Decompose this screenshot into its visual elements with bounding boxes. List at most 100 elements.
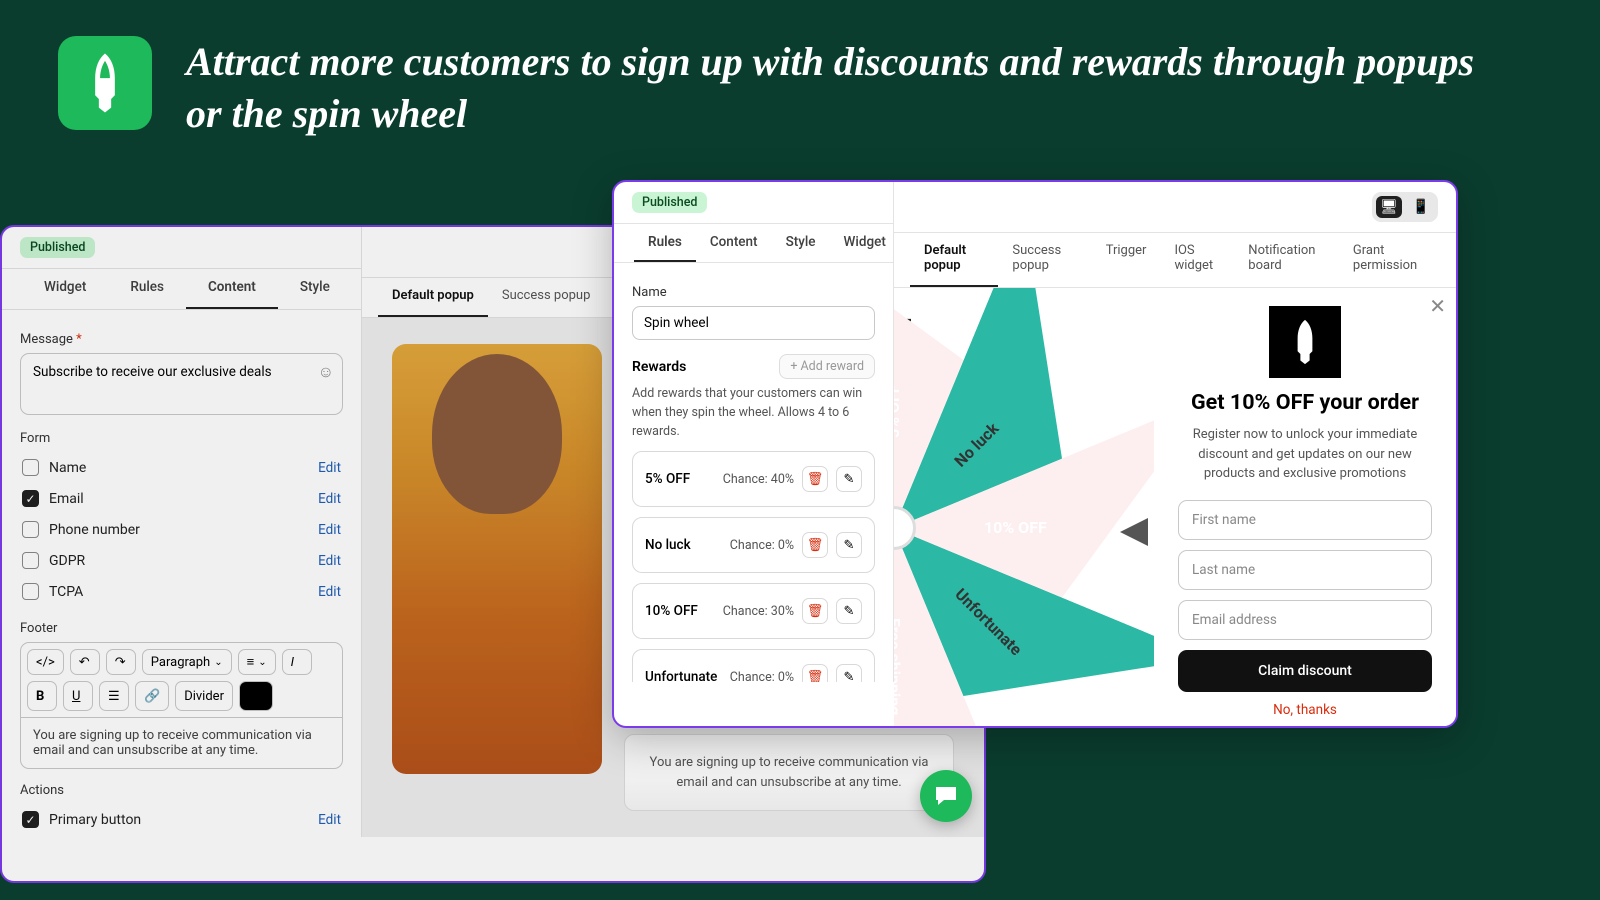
device-toggle[interactable]: 🖥 📱 <box>1372 192 1438 222</box>
product-image <box>392 344 602 774</box>
undo-icon[interactable]: ↶ <box>70 649 100 675</box>
delete-icon[interactable]: 🗑 <box>802 598 828 624</box>
delete-icon[interactable]: 🗑 <box>802 664 828 682</box>
reward-name: Unfortunate <box>645 669 717 682</box>
align-icon[interactable]: ≡ ⌄ <box>238 649 276 675</box>
checkbox-icon[interactable]: ✓ <box>22 490 39 507</box>
tab-content[interactable]: Content <box>186 269 278 309</box>
checkbox-icon[interactable] <box>22 521 39 538</box>
message-label: Message <box>20 332 73 347</box>
edit-link[interactable]: Edit <box>318 553 341 569</box>
footer-section-label: Footer <box>20 621 343 636</box>
bold-icon[interactable]: B <box>27 681 57 711</box>
link-icon[interactable]: 🔗 <box>135 681 169 711</box>
claim-button[interactable]: Claim discount <box>1178 650 1432 692</box>
popup-body: Register now to unlock your immediate di… <box>1190 425 1420 484</box>
edit-icon[interactable]: ✎ <box>836 598 862 624</box>
checkbox-icon[interactable]: ✓ <box>22 811 39 828</box>
wheel-pointer-icon <box>1120 518 1148 546</box>
first-name-input[interactable]: First name <box>1178 500 1432 540</box>
actions-section-label: Actions <box>20 783 343 798</box>
tab-rules[interactable]: Rules <box>108 269 186 309</box>
edit-icon[interactable]: ✎ <box>836 532 862 558</box>
editor-tabs: Widget Rules Content Style <box>2 269 361 310</box>
preview-tab-trigger[interactable]: Trigger <box>1092 233 1161 287</box>
rewards-label: Rewards <box>632 359 686 375</box>
checkbox-icon[interactable] <box>22 459 39 476</box>
preview-tab-grant[interactable]: Grant permission <box>1339 233 1440 287</box>
tab-widget[interactable]: Widget <box>830 224 900 262</box>
add-reward-button[interactable]: + Add reward <box>779 354 875 379</box>
email-input[interactable]: Email address <box>1178 600 1432 640</box>
italic-icon[interactable]: I <box>282 649 312 675</box>
form-field-phone number[interactable]: Phone number <box>22 521 140 538</box>
status-badge: Published <box>20 237 95 258</box>
underline-icon[interactable]: U <box>63 681 93 711</box>
reward-name: No luck <box>645 537 691 553</box>
popup-fine-print: You are signing up to receive communicat… <box>1178 728 1432 729</box>
status-badge: Published <box>632 192 707 213</box>
delete-icon[interactable]: 🗑 <box>802 466 828 492</box>
reward-name: 5% OFF <box>645 471 690 487</box>
edit-link[interactable]: Edit <box>318 584 341 600</box>
code-icon[interactable]: </> <box>27 649 64 675</box>
message-textarea[interactable]: Subscribe to receive our exclusive deals… <box>20 353 343 415</box>
name-input[interactable] <box>632 306 875 340</box>
chat-icon[interactable] <box>920 770 972 822</box>
paragraph-select[interactable]: Paragraph ⌄ <box>142 649 232 675</box>
form-field-tcpa[interactable]: TCPA <box>22 583 83 600</box>
editor-tabs: Rules Content Style Widget <box>614 224 893 263</box>
divider-button[interactable]: Divider <box>175 681 233 711</box>
rewards-description: Add rewards that your customers can win … <box>632 385 875 441</box>
checkbox-icon[interactable] <box>22 583 39 600</box>
reward-row: Unfortunate Chance: 0% 🗑 ✎ <box>632 649 875 682</box>
edit-link[interactable]: Edit <box>318 491 341 507</box>
edit-link[interactable]: Edit <box>318 460 341 476</box>
tab-content[interactable]: Content <box>696 224 772 262</box>
color-swatch[interactable] <box>239 681 273 711</box>
action-primary button[interactable]: ✓Primary button <box>22 811 141 828</box>
last-name-input[interactable]: Last name <box>1178 550 1432 590</box>
preview-disclaimer: You are signing up to receive communicat… <box>624 734 954 811</box>
preview-tab-default[interactable]: Default popup <box>910 233 998 287</box>
edit-icon[interactable]: ✎ <box>836 664 862 682</box>
reward-row: No luck Chance: 0% 🗑 ✎ <box>632 517 875 573</box>
reward-chance: Chance: 30% <box>723 604 794 619</box>
brand-logo <box>1269 306 1341 378</box>
edit-link[interactable]: Edit <box>318 522 341 538</box>
preview-tab-default[interactable]: Default popup <box>378 278 488 317</box>
list-icon[interactable]: ☰ <box>99 681 129 711</box>
reward-row: 5% OFFChance: 40%🗑✎ <box>632 451 875 507</box>
delete-icon[interactable]: 🗑 <box>802 532 828 558</box>
mobile-icon[interactable]: 📱 <box>1408 196 1434 218</box>
preview-tab-ios[interactable]: IOS widget <box>1160 233 1234 287</box>
edit-link[interactable]: Edit <box>318 812 341 828</box>
reward-name: 10% OFF <box>645 603 698 619</box>
footer-text-editor[interactable]: You are signing up to receive communicat… <box>20 718 343 769</box>
checkbox-icon[interactable] <box>22 552 39 569</box>
tab-style[interactable]: Style <box>772 224 830 262</box>
reward-row: 10% OFF Chance: 30% 🗑 ✎ <box>632 583 875 639</box>
preview-tab-success[interactable]: Success popup <box>488 278 605 317</box>
popup-preview: ✕ Get 10% OFF your order Register now to… <box>1154 288 1456 728</box>
wheel-slice-label: 5% OFF <box>894 384 903 438</box>
redo-icon[interactable]: ↷ <box>106 649 136 675</box>
wheel-slice-label: 10% OFF <box>984 518 1047 537</box>
form-field-name[interactable]: Name <box>22 459 86 476</box>
decline-link[interactable]: No, thanks <box>1178 702 1432 718</box>
close-icon[interactable]: ✕ <box>1429 294 1446 318</box>
edit-icon[interactable]: ✎ <box>836 466 862 492</box>
reward-chance: Chance: 0% <box>730 670 794 682</box>
tab-widget[interactable]: Widget <box>22 269 108 309</box>
preview-tab-notification[interactable]: Notification board <box>1234 233 1339 287</box>
desktop-icon[interactable]: 🖥 <box>1376 196 1402 218</box>
reward-chance: Chance: 0% <box>730 538 794 553</box>
emoji-icon[interactable]: ☺ <box>318 362 334 382</box>
tab-style[interactable]: Style <box>278 269 352 309</box>
wheel-slice-label: Free shipping <box>894 618 904 715</box>
preview-tab-success[interactable]: Success popup <box>998 233 1091 287</box>
tab-rules[interactable]: Rules <box>634 224 696 262</box>
form-field-gdpr[interactable]: GDPR <box>22 552 85 569</box>
form-field-email[interactable]: ✓Email <box>22 490 84 507</box>
popup-heading: Get 10% OFF your order <box>1178 390 1432 415</box>
